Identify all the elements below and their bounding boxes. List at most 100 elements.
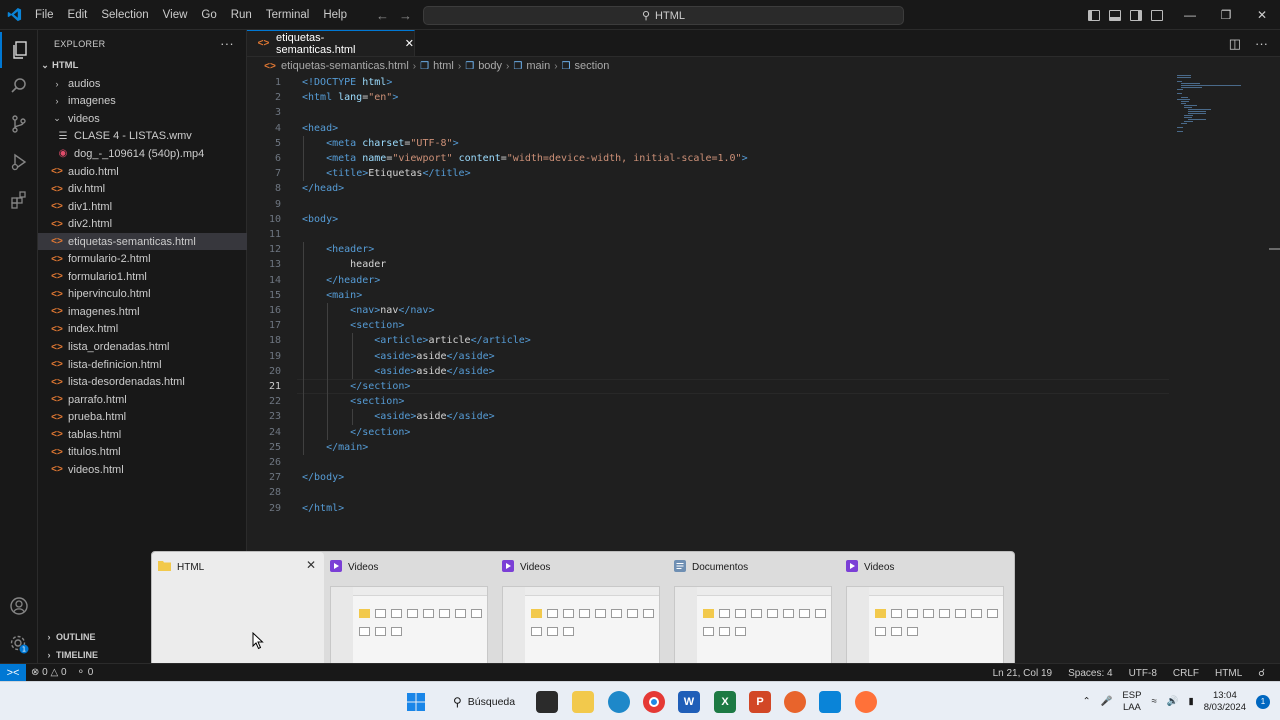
code-line[interactable]: 12 <header>: [247, 242, 1280, 257]
tree-file[interactable]: <> videos.html: [38, 461, 247, 479]
problems-indicator[interactable]: ⊗ 0 △ 0: [26, 667, 72, 678]
breadcrumb-item[interactable]: section: [575, 60, 610, 72]
language-mode[interactable]: HTML: [1210, 668, 1247, 679]
minimize-button[interactable]: —: [1172, 0, 1208, 30]
indentation[interactable]: Spaces: 4: [1063, 668, 1117, 679]
code-line[interactable]: 16 <nav>nav</nav>: [247, 303, 1280, 318]
task-window-card[interactable]: HTML ✕: [152, 552, 324, 672]
breadcrumb-item[interactable]: main: [526, 60, 550, 72]
breadcrumb-item[interactable]: body: [478, 60, 502, 72]
notifications-bell-icon[interactable]: ☌: [1253, 668, 1270, 679]
task-window-card[interactable]: Videos: [496, 552, 668, 672]
code-line[interactable]: 11: [247, 227, 1280, 242]
end-of-line[interactable]: CRLF: [1168, 668, 1204, 679]
workspace-root[interactable]: ⌄ HTML: [38, 57, 247, 75]
tree-file[interactable]: <> titulos.html: [38, 444, 247, 462]
tree-file[interactable]: <> formulario1.html: [38, 268, 247, 286]
code-line[interactable]: 25 </main>: [247, 440, 1280, 455]
taskbar-search[interactable]: ⚲ Búsqueda: [445, 690, 525, 714]
tree-file[interactable]: <> imagenes.html: [38, 303, 247, 321]
ports-indicator[interactable]: ⚬ 0: [72, 667, 99, 678]
tree-folder[interactable]: ⌄ videos: [38, 110, 247, 128]
tree-file[interactable]: <> audio.html: [38, 163, 247, 181]
code-line[interactable]: 7 <title>Etiquetas</title>: [247, 166, 1280, 181]
code-line[interactable]: 15 <main>: [247, 288, 1280, 303]
tree-file[interactable]: <> tablas.html: [38, 426, 247, 444]
code-line[interactable]: 3: [247, 105, 1280, 120]
close-button[interactable]: ✕: [1244, 0, 1280, 30]
powerpoint-icon[interactable]: P: [749, 691, 771, 713]
task-window-card[interactable]: Videos: [840, 552, 1012, 672]
menu-run[interactable]: Run: [224, 0, 259, 30]
tree-file[interactable]: <> parrafo.html: [38, 391, 247, 409]
accounts-icon[interactable]: [0, 588, 38, 624]
more-actions-icon[interactable]: ···: [1255, 36, 1268, 51]
menu-go[interactable]: Go: [194, 0, 223, 30]
tree-file[interactable]: ☰ CLASE 4 - LISTAS.wmv: [38, 128, 247, 146]
input-language[interactable]: ESP LAA: [1122, 690, 1141, 714]
code-line[interactable]: 19 <aside>aside</aside>: [247, 349, 1280, 364]
vscode-taskbar-icon[interactable]: [819, 691, 841, 713]
file-explorer-icon[interactable]: [572, 691, 594, 713]
tree-file[interactable]: <> lista-desordenadas.html: [38, 373, 247, 391]
volume-icon[interactable]: 🔊: [1167, 696, 1179, 707]
extensions-icon[interactable]: [0, 182, 38, 218]
code-line[interactable]: 9: [247, 197, 1280, 212]
cursor-position[interactable]: Ln 21, Col 19: [988, 668, 1058, 679]
code-line[interactable]: 6 <meta name="viewport" content="width=d…: [247, 151, 1280, 166]
code-line[interactable]: 28: [247, 485, 1280, 500]
firefox-icon[interactable]: [855, 691, 877, 713]
tree-file[interactable]: <> lista-definicion.html: [38, 356, 247, 374]
task-window-card[interactable]: Documentos: [668, 552, 840, 672]
code-line[interactable]: 2 <html lang="en">: [247, 90, 1280, 105]
forward-arrow-icon[interactable]: →: [399, 8, 412, 23]
toggle-panel-icon[interactable]: [1109, 9, 1121, 21]
word-icon[interactable]: W: [678, 691, 700, 713]
code-line[interactable]: 13 header: [247, 257, 1280, 272]
toggle-secondary-sidebar-icon[interactable]: [1130, 9, 1142, 21]
back-arrow-icon[interactable]: ←: [376, 8, 389, 23]
toggle-primary-sidebar-icon[interactable]: [1088, 9, 1100, 21]
microphone-icon[interactable]: 🎤: [1101, 696, 1113, 707]
code-line[interactable]: 10 <body>: [247, 212, 1280, 227]
tree-folder[interactable]: › audios: [38, 75, 247, 93]
task-view-icon[interactable]: [536, 691, 558, 713]
remote-indicator[interactable]: ><: [0, 663, 26, 682]
code-line[interactable]: 23 <aside>aside</aside>: [247, 409, 1280, 424]
code-line[interactable]: 5 <meta charset="UTF-8">: [247, 136, 1280, 151]
code-line[interactable]: 20 <aside>aside</aside>: [247, 364, 1280, 379]
run-debug-icon[interactable]: [0, 144, 38, 180]
clock[interactable]: 13:04 8/03/2024: [1204, 690, 1246, 714]
code-line[interactable]: 18 <article>article</article>: [247, 333, 1280, 348]
menu-help[interactable]: Help: [316, 0, 354, 30]
code-line[interactable]: 17 <section>: [247, 318, 1280, 333]
code-line[interactable]: 26: [247, 455, 1280, 470]
menu-view[interactable]: View: [156, 0, 195, 30]
customize-layout-icon[interactable]: [1151, 9, 1163, 21]
tree-file[interactable]: <> div.html: [38, 180, 247, 198]
code-line[interactable]: 14 </header>: [247, 273, 1280, 288]
command-center[interactable]: ⚲ HTML: [423, 6, 904, 25]
code-line[interactable]: 29 </html>: [247, 501, 1280, 516]
restore-button[interactable]: ❐: [1208, 0, 1244, 30]
code-line[interactable]: 21 </section>: [247, 379, 1280, 394]
code-line[interactable]: 4 <head>: [247, 121, 1280, 136]
menu-terminal[interactable]: Terminal: [259, 0, 316, 30]
menu-selection[interactable]: Selection: [94, 0, 155, 30]
close-tab-icon[interactable]: ✕: [405, 37, 414, 50]
tree-file[interactable]: <> etiquetas-semanticas.html: [38, 232, 247, 251]
minimap[interactable]: [1177, 75, 1247, 135]
more-actions-icon[interactable]: ···: [220, 36, 234, 51]
edge-browser-icon[interactable]: [608, 691, 630, 713]
menu-file[interactable]: File: [28, 0, 61, 30]
explorer-icon[interactable]: [0, 32, 38, 68]
tree-file[interactable]: <> hipervinculo.html: [38, 286, 247, 304]
search-icon[interactable]: [0, 68, 38, 104]
chevron-up-icon[interactable]: ⌃: [1083, 696, 1091, 707]
brave-browser-icon[interactable]: [784, 691, 806, 713]
task-window-card[interactable]: Videos: [324, 552, 496, 672]
tree-file[interactable]: ◉ dog_-_109614 (540p).mp4: [38, 145, 247, 163]
encoding[interactable]: UTF-8: [1124, 668, 1162, 679]
code-line[interactable]: 22 <section>: [247, 394, 1280, 409]
code-line[interactable]: 8 </head>: [247, 181, 1280, 196]
